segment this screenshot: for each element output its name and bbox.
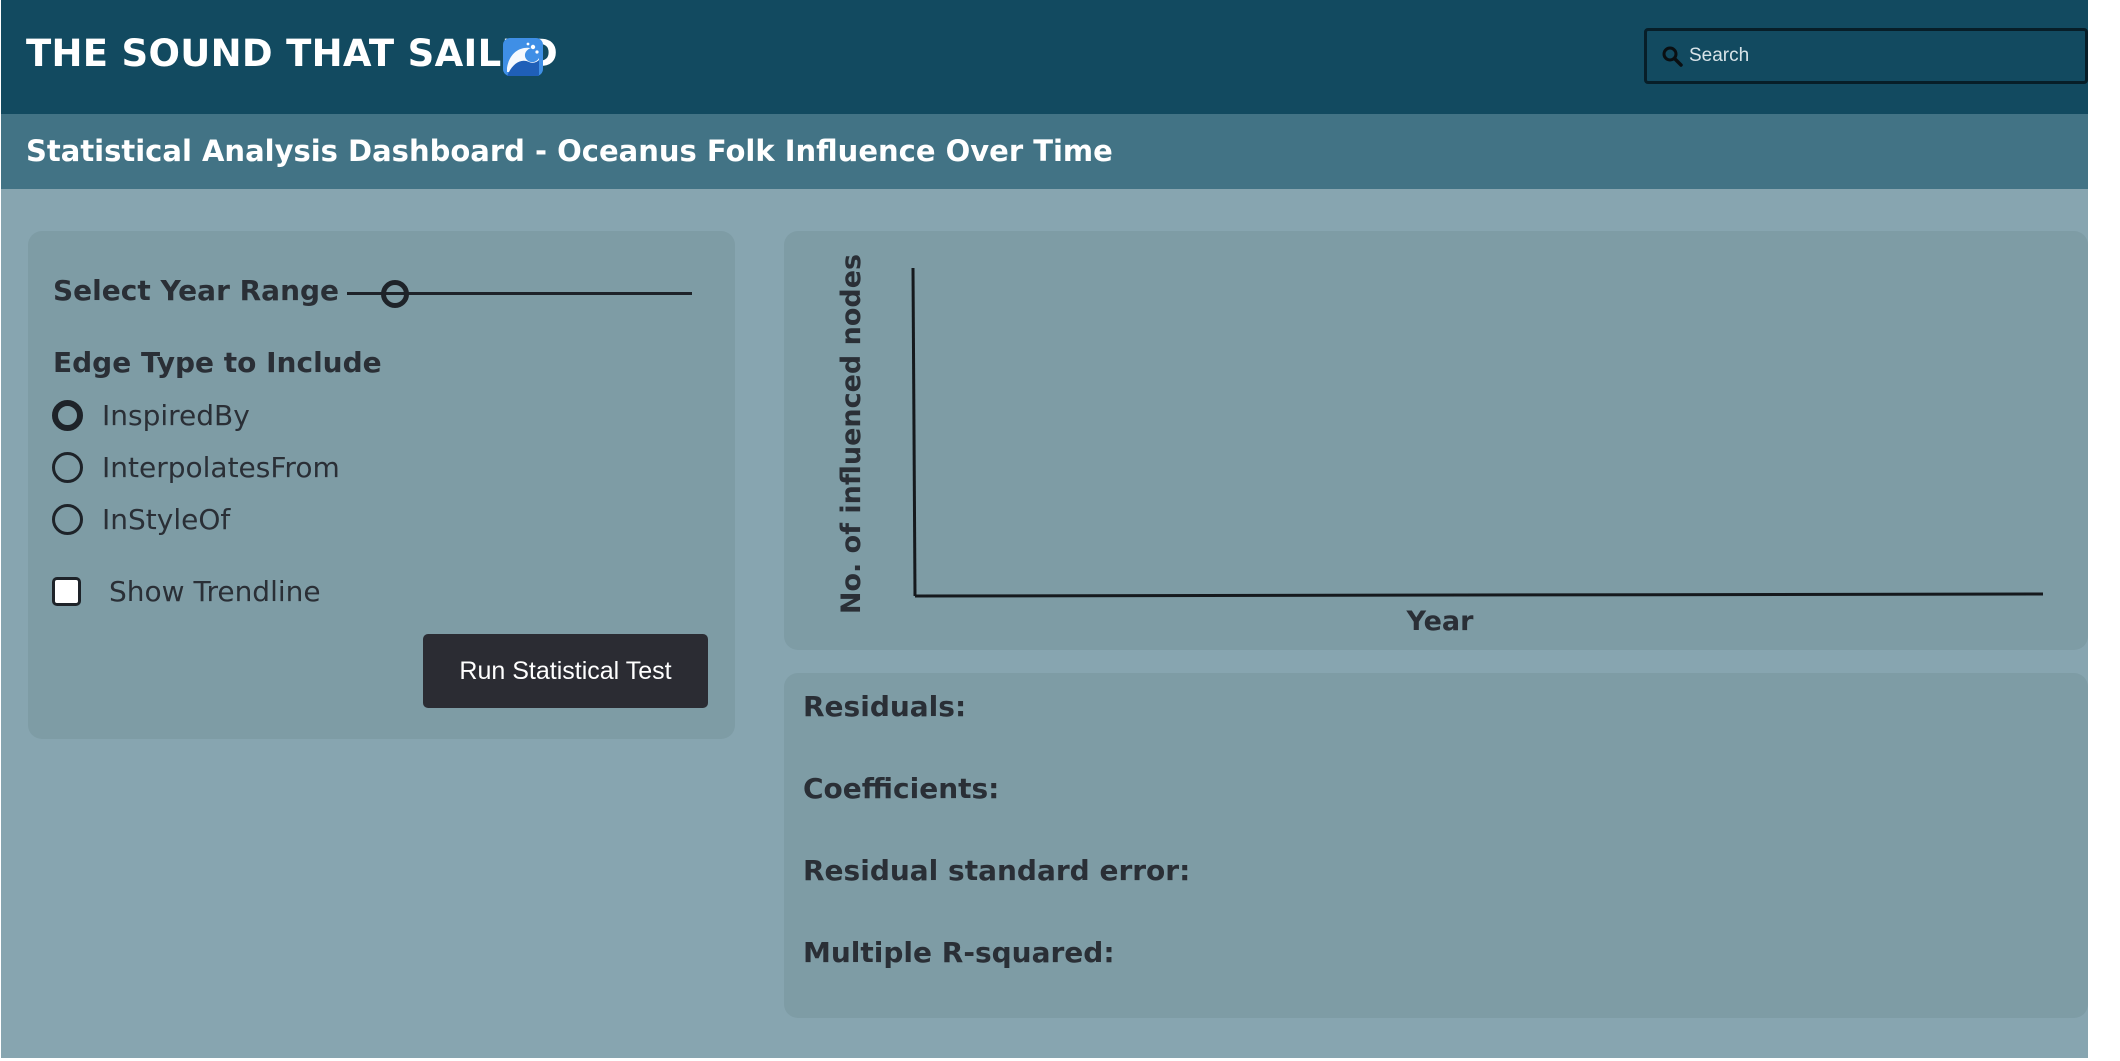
wave-icon [503,38,543,76]
chart-panel: No. of influenced nodes Year [784,231,2088,650]
sub-header: Statistical Analysis Dashboard - Oceanus… [1,114,2088,189]
radio-button[interactable] [52,451,83,483]
radio-inspired-by[interactable]: InspiredBy [52,395,250,435]
app-root: THE SOUND THAT SAILED Statistical Analys… [1,0,2088,1058]
top-bar: THE SOUND THAT SAILED [1,0,2088,114]
radio-button[interactable] [52,503,83,535]
x-axis [914,592,2044,598]
radio-label: InspiredBy [102,398,250,432]
radio-label: InStyleOf [102,502,231,536]
radio-interpolates-from[interactable]: InterpolatesFrom [52,447,340,487]
app-title: THE SOUND THAT SAILED [26,32,559,75]
search-icon [1662,46,1683,67]
show-trendline-toggle[interactable]: Show Trendline [52,571,321,611]
search-box [1644,28,2088,84]
search-input[interactable] [1689,39,2069,73]
year-range-label: Select Year Range [53,274,340,307]
edge-type-label: Edge Type to Include [53,346,382,379]
radio-in-style-of[interactable]: InStyleOf [52,499,230,539]
radio-button[interactable] [52,399,83,431]
influence-chart: No. of influenced nodes Year [836,254,2044,637]
multiple-r-squared-label: Multiple R-squared: [803,936,1115,969]
trendline-label: Show Trendline [109,574,321,608]
run-statistical-test-button[interactable]: Run Statistical Test [423,634,708,708]
coefficients-label: Coefficients: [803,772,1000,805]
x-axis-label: Year [1406,606,1475,637]
radio-label: InterpolatesFrom [102,450,340,484]
trendline-checkbox[interactable] [52,576,81,606]
residual-standard-error-label: Residual standard error: [803,854,1191,887]
slider-thumb[interactable] [381,280,409,308]
y-axis [911,267,917,597]
residuals-label: Residuals: [803,690,967,723]
y-axis-label: No. of influenced nodes [836,254,867,614]
controls-panel: Select Year Range Edge Type to Include I… [28,231,735,739]
dashboard-title: Statistical Analysis Dashboard - Oceanus… [26,134,1113,168]
stats-panel: Residuals: Coefficients: Residual standa… [784,673,2088,1018]
